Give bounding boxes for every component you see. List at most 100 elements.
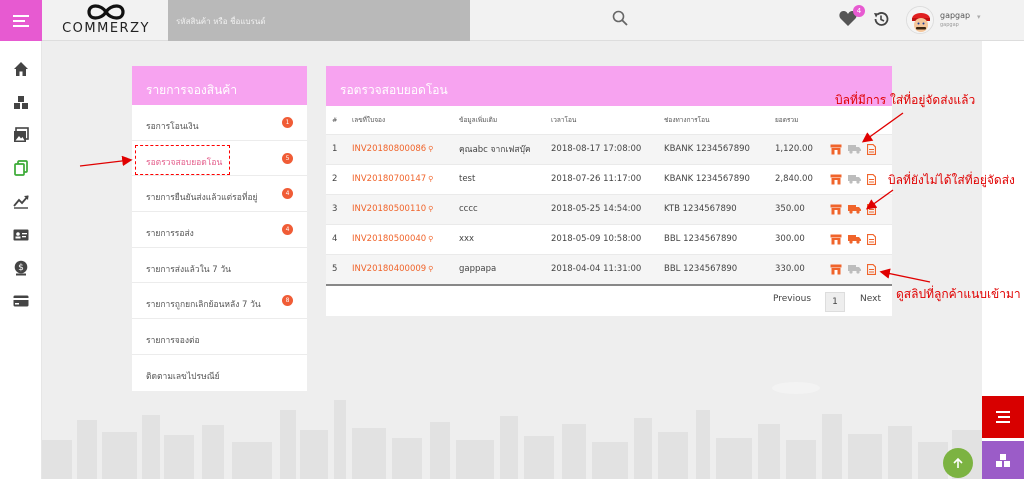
annotation-view-slip: ดูสลิปที่ลูกค้าแนบเข้ามา: [896, 287, 1021, 301]
search-input[interactable]: [176, 13, 436, 29]
search-icon[interactable]: ⚲: [428, 145, 433, 153]
previous-page-button[interactable]: Previous: [773, 294, 811, 304]
pagination: Previous 1 Next: [326, 284, 892, 316]
slip-document-icon[interactable]: [867, 143, 876, 155]
products-floating-button[interactable]: [982, 441, 1024, 479]
slip-document-icon[interactable]: [867, 173, 876, 185]
column-header-actions: [830, 106, 892, 134]
row-number: 4: [326, 223, 352, 254]
additional-info: test: [459, 163, 551, 194]
menu-toggle-button[interactable]: [0, 0, 42, 41]
commerzy-logo[interactable]: COMMERZY: [56, 2, 156, 40]
gallery-icon[interactable]: [13, 127, 29, 143]
main-panel-title: รอตรวจสอบยอดโอน: [326, 66, 892, 106]
history-icon[interactable]: [872, 10, 890, 28]
invoice-link[interactable]: INV20180800086 ⚲: [352, 133, 459, 164]
next-page-button[interactable]: Next: [860, 294, 881, 304]
transfer-time: 2018-05-25 14:54:00: [551, 193, 664, 224]
user-menu-caret-icon[interactable]: ▾: [977, 13, 981, 21]
slip-document-icon[interactable]: [867, 203, 876, 215]
menu-item-awaiting-payment[interactable]: รอการโอนเงิน 1: [132, 105, 307, 141]
row-number: 3: [326, 193, 352, 224]
menu-item-awaiting-shipment[interactable]: รายการรอส่ง 4: [132, 212, 307, 248]
transfer-channel: KBANK 1234567890: [664, 163, 775, 194]
menu-item-label: รายการส่งแล้วใน 7 วัน: [146, 264, 231, 275]
transfer-channel: KBANK 1234567890: [664, 133, 775, 164]
row-actions: [830, 133, 892, 164]
menu-item-count-badge: 8: [282, 295, 293, 307]
invoice-number[interactable]: INV20180500040: [352, 234, 426, 244]
invoice-link[interactable]: INV20180700147 ⚲: [352, 163, 459, 194]
mario-avatar-icon: [907, 7, 933, 33]
menu-item-shipped-7-days[interactable]: รายการส่งแล้วใน 7 วัน: [132, 248, 307, 284]
menu-item-track-parcel[interactable]: ติดตามเลขไปรษณีย์: [132, 355, 307, 391]
table-row: 2 INV20180700147 ⚲ test 2018-07-26 11:17:00 K…: [326, 163, 892, 194]
invoice-number[interactable]: INV20180400009: [352, 264, 426, 274]
arrow-to-active-menu: [79, 155, 133, 167]
invoice-number[interactable]: INV20180800086: [352, 144, 426, 154]
menu-item-verify-transfer[interactable]: รอตรวจสอบยอดโอน 5: [132, 141, 307, 177]
money-bag-icon[interactable]: $: [13, 260, 29, 276]
delivery-truck-icon[interactable]: [848, 234, 861, 244]
search-icon[interactable]: ⚲: [428, 175, 433, 183]
menu-item-count-badge: 4: [282, 224, 293, 236]
slip-document-icon[interactable]: [867, 263, 876, 275]
store-icon[interactable]: [830, 264, 842, 275]
invoice-link[interactable]: INV20180400009 ⚲: [352, 253, 459, 284]
store-icon[interactable]: [830, 204, 842, 215]
row-actions: [830, 253, 892, 284]
transfer-time: 2018-07-26 11:17:00: [551, 163, 664, 194]
total-amount: 350.00: [775, 193, 830, 224]
search-icon[interactable]: ⚲: [428, 235, 433, 243]
home-icon[interactable]: [13, 61, 29, 77]
delivery-truck-icon[interactable]: [848, 264, 861, 274]
row-actions: [830, 193, 892, 224]
menu-item-count-badge: 5: [282, 152, 293, 164]
invoice-number[interactable]: INV20180500110: [352, 204, 426, 214]
favorites-count-badge: 4: [853, 5, 865, 17]
invoice-link[interactable]: INV20180500110 ⚲: [352, 193, 459, 224]
store-icon[interactable]: [830, 234, 842, 245]
additional-info: gappapa: [459, 253, 551, 284]
credit-card-icon[interactable]: [13, 293, 29, 309]
annotation-no-address: บิลที่ยังไม่ได้ใส่ที่อยู่จัดส่ง: [888, 173, 1015, 187]
delivery-truck-icon[interactable]: [848, 144, 861, 154]
documents-icon[interactable]: [13, 160, 29, 176]
trend-chart-icon[interactable]: [13, 193, 29, 209]
delivery-truck-icon[interactable]: [848, 204, 861, 214]
menu-item-confirmed-awaiting-address[interactable]: รายการยืนยันส่งแล้วแต่รอที่อยู่ 4: [132, 176, 307, 213]
search-icon[interactable]: ⚲: [428, 205, 433, 213]
transfer-table: # เลขที่ใบจอง ข้อมูลเพิ่มเติม เวลาโอน ช่…: [326, 106, 892, 284]
user-name[interactable]: gapgap: [940, 11, 970, 20]
menu-item-count-badge: 4: [282, 188, 293, 200]
store-icon[interactable]: [830, 144, 842, 155]
table-row: 5 INV20180400009 ⚲ gappapa 2018-04-04 11:31:…: [326, 253, 892, 284]
invoice-number[interactable]: INV20180700147: [352, 174, 426, 184]
id-card-icon[interactable]: [13, 227, 29, 243]
total-amount: 2,840.00: [775, 163, 830, 194]
row-actions: [830, 163, 892, 194]
annotation-dashed-highlight: [135, 144, 230, 175]
delivery-truck-icon[interactable]: [848, 174, 861, 184]
store-icon[interactable]: [830, 174, 842, 185]
search-icon[interactable]: ⚲: [428, 265, 433, 273]
transfer-channel: KTB 1234567890: [664, 193, 775, 224]
order-list-floating-button[interactable]: [982, 396, 1024, 438]
search-icon[interactable]: [612, 10, 628, 26]
transfer-time: 2018-08-17 17:08:00: [551, 133, 664, 164]
menu-item-count-badge: 1: [282, 117, 293, 128]
scroll-to-top-button[interactable]: [943, 448, 973, 478]
table-row: 3 INV20180500110 ⚲ cccc 2018-05-25 14:54:00 K…: [326, 193, 892, 224]
booking-panel-title: รายการจองสินค้า: [132, 66, 307, 105]
menu-item-cancelled-7-days[interactable]: รายการถูกยกเลิกย้อนหลัง 7 วัน 8: [132, 283, 307, 320]
slip-document-icon[interactable]: [867, 233, 876, 245]
boxes-icon[interactable]: [13, 94, 29, 110]
menu-item-continue-booking[interactable]: รายการจองต่อ: [132, 319, 307, 355]
row-number: 5: [326, 253, 352, 284]
user-avatar[interactable]: [906, 6, 934, 34]
invoice-link[interactable]: INV20180500040 ⚲: [352, 223, 459, 254]
city-skyline-background: [42, 382, 982, 479]
additional-info: cccc: [459, 193, 551, 224]
additional-info: คุณabc จากเฟสบุ๊ค: [459, 133, 551, 164]
page-number-button[interactable]: 1: [825, 292, 845, 312]
